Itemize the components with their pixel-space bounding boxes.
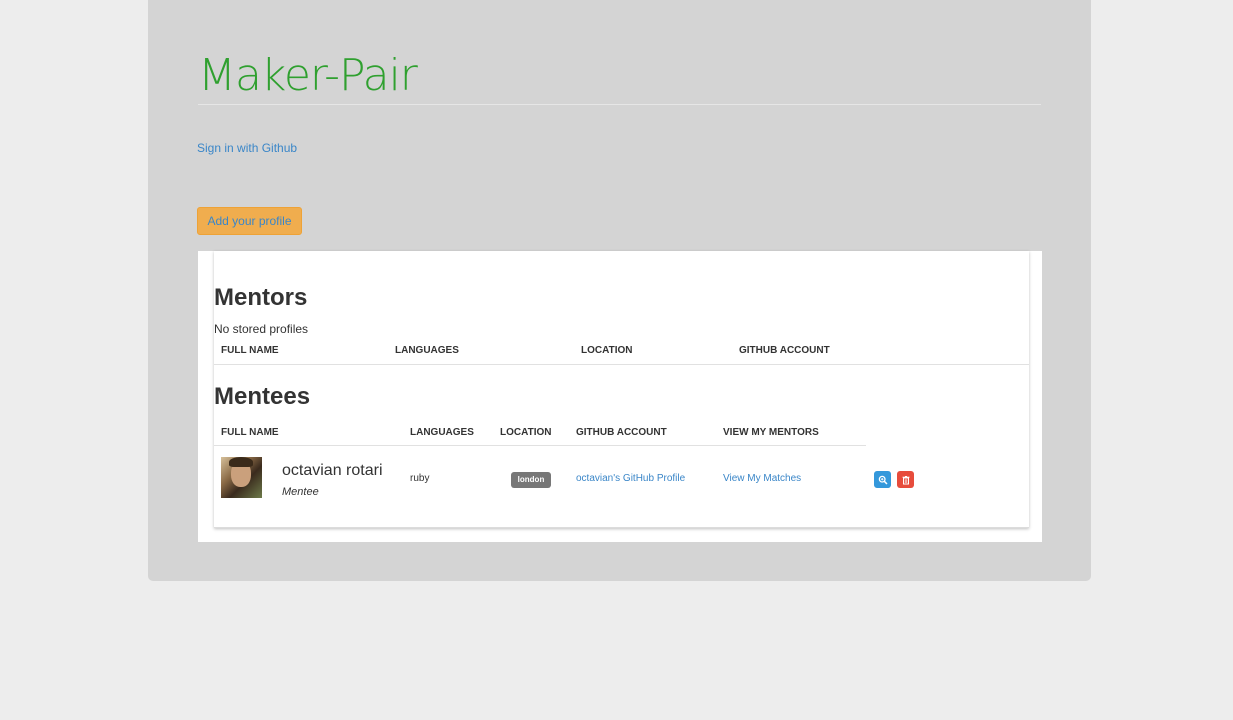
profiles-panel: Mentors No stored profiles Full Name Lan… bbox=[198, 251, 1042, 542]
view-profile-button[interactable] bbox=[874, 471, 891, 488]
mentee-language: ruby bbox=[410, 473, 430, 484]
signin-github-link[interactable]: Sign in with Github bbox=[197, 141, 297, 155]
mentors-divider bbox=[214, 364, 1029, 365]
mentors-col-github: Github Account bbox=[739, 345, 830, 356]
view-matches-link[interactable]: View My Matches bbox=[723, 473, 801, 484]
add-profile-button[interactable]: Add your profile bbox=[197, 207, 302, 235]
mentee-role: Mentee bbox=[282, 486, 319, 498]
mentors-title: Mentors bbox=[214, 284, 308, 311]
mentors-col-languages: Languages bbox=[395, 345, 459, 356]
mentees-header-divider bbox=[214, 445, 866, 446]
delete-profile-button[interactable] bbox=[897, 471, 914, 488]
mentees-col-full-name: Full Name bbox=[221, 427, 279, 438]
github-profile-link[interactable]: octavian's GitHub Profile bbox=[576, 473, 685, 484]
header-divider bbox=[198, 104, 1041, 105]
card-bottom-line bbox=[214, 527, 1029, 528]
mentees-col-view-mentors: View My Mentors bbox=[723, 427, 819, 438]
trash-icon bbox=[902, 475, 909, 484]
mentors-col-full-name: Full Name bbox=[221, 345, 279, 356]
mentees-title: Mentees bbox=[214, 383, 311, 410]
zoom-icon bbox=[878, 475, 888, 485]
mentors-empty-text: No stored profiles bbox=[214, 322, 309, 336]
mentees-col-languages: Languages bbox=[410, 427, 474, 438]
mentees-col-github: Github Account bbox=[576, 427, 667, 438]
location-badge: london bbox=[511, 472, 551, 488]
mentees-col-location: Location bbox=[500, 427, 552, 438]
mentors-col-location: Location bbox=[581, 345, 633, 356]
brand-title: Maker-Pair bbox=[198, 50, 418, 101]
avatar-hair bbox=[229, 457, 253, 467]
main-container: Maker-Pair Sign in with Github Add your … bbox=[148, 0, 1091, 581]
mentee-name: octavian rotari bbox=[282, 462, 383, 479]
profiles-card: Mentors No stored profiles Full Name Lan… bbox=[214, 251, 1029, 528]
avatar bbox=[221, 457, 262, 498]
